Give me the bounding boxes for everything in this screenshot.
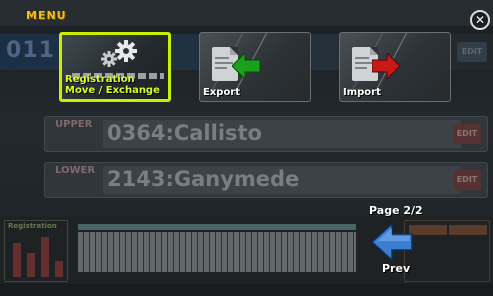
close-button[interactable]: ✕: [470, 10, 490, 30]
tile-label-line1: Registration: [65, 74, 135, 85]
prev-page-button[interactable]: Prev: [370, 222, 420, 278]
page-indicator: Page 2/2: [369, 204, 423, 217]
export-button[interactable]: Export: [199, 32, 311, 102]
registration-move-exchange-label: Registration Move / Exchange: [65, 74, 160, 96]
left-arrow-icon: [370, 222, 413, 262]
export-arrow-icon: [232, 53, 261, 79]
registration-move-exchange-button[interactable]: Registration Move / Exchange: [59, 32, 171, 102]
export-label: Export: [203, 87, 241, 98]
menu-title: MENU: [26, 9, 67, 22]
import-arrow-icon: [372, 53, 401, 79]
import-button[interactable]: Import: [339, 32, 451, 102]
import-label: Import: [343, 87, 381, 98]
prev-label: Prev: [382, 262, 411, 275]
tile-label-line2: Move / Exchange: [65, 85, 160, 96]
close-icon: ✕: [474, 13, 486, 27]
gear-icon: [101, 40, 137, 67]
